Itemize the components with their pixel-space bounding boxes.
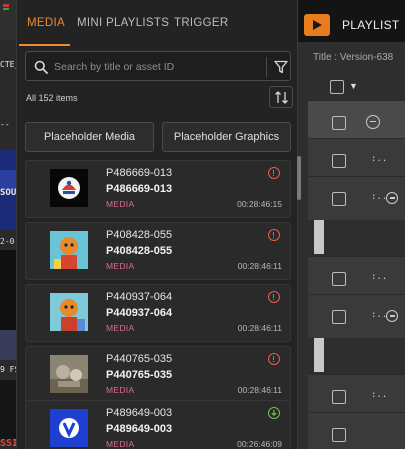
media-item[interactable]: P489649-003 P489649-003 MEDIA 00:26:46:0… bbox=[25, 400, 291, 449]
asset-title: P489649-003 bbox=[106, 423, 173, 435]
list-scrollbar[interactable] bbox=[297, 156, 301, 200]
asset-duration: 00:26:46:09 bbox=[237, 439, 282, 449]
asset-type: MEDIA bbox=[106, 323, 135, 333]
media-thumbnail bbox=[50, 293, 88, 331]
playlist-row[interactable] bbox=[308, 412, 405, 449]
select-all-checkbox[interactable] bbox=[330, 80, 344, 94]
background-text: -- bbox=[0, 120, 10, 129]
row-checkbox[interactable] bbox=[332, 192, 346, 206]
row-checkbox[interactable] bbox=[332, 390, 346, 404]
download-ok-icon bbox=[268, 407, 280, 419]
items-count: All 152 items bbox=[26, 93, 78, 103]
search-box bbox=[25, 51, 291, 81]
tab-mini-playlists[interactable]: MINI PLAYLISTS bbox=[77, 17, 169, 29]
tree-connector-icon: :.. bbox=[371, 154, 388, 164]
asset-type: MEDIA bbox=[106, 199, 135, 209]
filter-icon[interactable] bbox=[274, 60, 288, 74]
playlist-row[interactable]: :.. bbox=[308, 176, 405, 220]
warning-icon bbox=[268, 353, 280, 365]
media-thumbnail bbox=[50, 169, 88, 207]
row-checkbox[interactable] bbox=[332, 116, 346, 130]
tab-trigger[interactable]: TRIGGER bbox=[174, 17, 229, 29]
search-input[interactable] bbox=[54, 58, 254, 76]
play-icon[interactable] bbox=[304, 14, 330, 36]
warning-icon bbox=[268, 229, 280, 241]
media-item[interactable]: P440937-064 P440937-064 MEDIA 00:28:46:1… bbox=[25, 284, 291, 342]
tab-media[interactable]: MEDIA bbox=[27, 17, 65, 29]
row-checkbox[interactable] bbox=[332, 272, 346, 286]
sort-button[interactable] bbox=[269, 86, 293, 108]
asset-title: P486669-013 bbox=[106, 183, 173, 195]
media-thumbnail bbox=[50, 231, 88, 269]
asset-type: MEDIA bbox=[106, 439, 135, 449]
warning-icon bbox=[268, 167, 280, 179]
tree-connector-icon: :.. bbox=[371, 390, 388, 400]
asset-type: MEDIA bbox=[106, 261, 135, 271]
sort-icon bbox=[275, 91, 288, 104]
asset-id: P440765-035 bbox=[106, 353, 173, 365]
asset-id: P486669-013 bbox=[106, 167, 173, 179]
asset-title: P408428-055 bbox=[106, 245, 173, 257]
collapse-icon[interactable] bbox=[386, 192, 398, 204]
asset-id: P440937-064 bbox=[106, 291, 173, 303]
playlist-gap bbox=[314, 220, 324, 254]
asset-duration: 00:28:46:15 bbox=[237, 199, 282, 209]
playlist-row[interactable]: :.. bbox=[308, 294, 405, 338]
tab-bar: MEDIA MINI PLAYLISTS TRIGGER bbox=[17, 0, 299, 46]
row-checkbox[interactable] bbox=[332, 310, 346, 324]
search-divider bbox=[266, 57, 267, 77]
media-list: P486669-013 P486669-013 MEDIA 00:28:46:1… bbox=[17, 160, 299, 449]
asset-id: P489649-003 bbox=[106, 407, 173, 419]
tree-connector-icon: :.. bbox=[371, 272, 388, 282]
playlist-panel: PLAYLIST Title : Version-638 ▼ :.. :.. :… bbox=[298, 0, 405, 449]
media-thumbnail bbox=[50, 409, 88, 447]
row-checkbox[interactable] bbox=[332, 428, 346, 442]
tree-connector-icon: :.. bbox=[371, 192, 388, 202]
placeholder-media-button[interactable]: Placeholder Media bbox=[25, 122, 154, 152]
collapse-icon[interactable] bbox=[366, 115, 380, 129]
tree-connector-icon: :.. bbox=[371, 310, 388, 320]
playlist-gap bbox=[314, 338, 324, 372]
asset-type: MEDIA bbox=[106, 385, 135, 395]
asset-duration: 00:28:46:11 bbox=[237, 385, 282, 395]
playlist-title: PLAYLIST bbox=[342, 18, 400, 32]
asset-title: P440765-035 bbox=[106, 369, 173, 381]
active-tab-indicator bbox=[19, 44, 70, 46]
placeholder-graphics-button[interactable]: Placeholder Graphics bbox=[162, 122, 291, 152]
chevron-down-icon[interactable]: ▼ bbox=[349, 81, 358, 91]
asset-title: P440937-064 bbox=[106, 307, 173, 319]
media-item[interactable]: P440765-035 P440765-035 MEDIA 00:28:46:1… bbox=[25, 346, 291, 404]
background-text: 2-0 bbox=[0, 237, 15, 246]
asset-duration: 00:28:46:11 bbox=[237, 323, 282, 333]
playlist-subtitle: Title : Version-638 bbox=[313, 52, 394, 63]
background-text: SOU bbox=[0, 188, 17, 198]
row-checkbox[interactable] bbox=[332, 154, 346, 168]
media-item[interactable]: P408428-055 P408428-055 MEDIA 00:28:46:1… bbox=[25, 222, 291, 280]
media-panel: MEDIA MINI PLAYLISTS TRIGGER All 152 ite… bbox=[16, 0, 301, 449]
collapse-icon[interactable] bbox=[386, 310, 398, 322]
playlist-header: PLAYLIST bbox=[298, 0, 405, 42]
search-icon bbox=[34, 60, 48, 74]
media-item[interactable]: P486669-013 P486669-013 MEDIA 00:28:46:1… bbox=[25, 160, 291, 218]
asset-duration: 00:28:46:11 bbox=[237, 261, 282, 271]
asset-id: P408428-055 bbox=[106, 229, 173, 241]
warning-icon bbox=[268, 291, 280, 303]
media-thumbnail bbox=[50, 355, 88, 393]
